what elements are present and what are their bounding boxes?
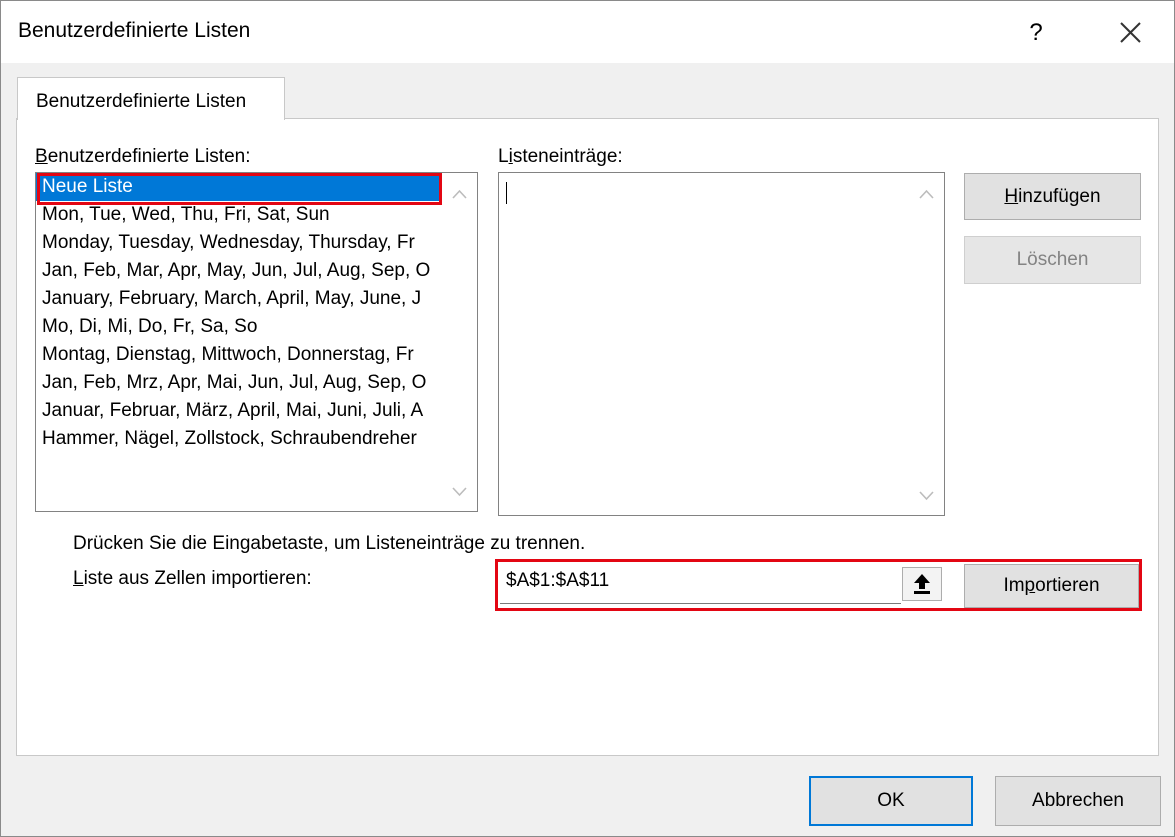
custom-lists-listbox[interactable]: Neue Liste Mon, Tue, Wed, Thu, Fri, Sat, … (35, 172, 478, 512)
label-text: enutzerdefinierte Listen: (47, 146, 251, 167)
list-entries-label: Listeneinträge: (498, 146, 623, 168)
entries-scroll-down-button[interactable] (909, 481, 944, 511)
list-item[interactable]: Mo, Di, Mi, Do, Fr, Sa, So (36, 313, 442, 341)
custom-lists-dialog: Benutzerdefinierte Listen ? Benutzerdefi… (0, 0, 1175, 837)
list-items-container: Neue Liste Mon, Tue, Wed, Thu, Fri, Sat, … (36, 173, 442, 511)
tab-strip: Benutzerdefinierte Listen (1, 63, 1174, 120)
vertical-scrollbar[interactable] (442, 173, 477, 511)
help-button[interactable]: ? (1021, 13, 1051, 53)
accesskey: H (1004, 186, 1019, 207)
button-label: inzufügen (1018, 186, 1101, 207)
question-mark-icon: ? (1029, 19, 1043, 46)
button-label: Löschen (1016, 249, 1089, 270)
accesskey: L (73, 568, 84, 589)
label-text: iste aus Zellen importieren: (83, 568, 312, 589)
delete-button[interactable]: Löschen (964, 236, 1141, 284)
ok-button[interactable]: OK (809, 776, 973, 826)
list-item[interactable]: Mon, Tue, Wed, Thu, Fri, Sat, Sun (36, 201, 442, 229)
import-highlight-box (495, 559, 1142, 611)
import-label: Liste aus Zellen importieren: (73, 568, 312, 590)
chevron-up-icon (452, 189, 467, 199)
list-item[interactable]: Jan, Feb, Mrz, Apr, Mai, Jun, Jul, Aug, … (36, 369, 442, 397)
list-item[interactable]: January, February, March, April, May, Ju… (36, 285, 442, 313)
list-item[interactable]: Januar, Februar, März, April, Mai, Juni,… (36, 397, 442, 425)
chevron-down-icon (919, 491, 934, 501)
custom-lists-label: Benutzerdefinierte Listen: (35, 146, 250, 168)
close-button[interactable] (1111, 13, 1151, 53)
chevron-up-icon (919, 189, 934, 199)
scroll-down-button[interactable] (442, 477, 477, 507)
list-item[interactable]: Hammer, Nägel, Zollstock, Schraubendrehe… (36, 425, 442, 453)
list-item[interactable]: Monday, Tuesday, Wednesday, Thursday, Fr (36, 229, 442, 257)
entries-scrollbar[interactable] (909, 173, 944, 515)
tab-custom-lists[interactable]: Benutzerdefinierte Listen (17, 77, 285, 120)
text-caret (506, 182, 507, 204)
label-text-rest: steneinträge: (512, 146, 623, 167)
accesskey: B (35, 146, 48, 167)
scroll-up-button[interactable] (442, 179, 477, 209)
close-icon (1120, 22, 1141, 43)
dialog-title: Benutzerdefinierte Listen (18, 19, 251, 42)
tab-label: Benutzerdefinierte Listen (36, 91, 247, 112)
chevron-down-icon (452, 487, 467, 497)
selection-highlight-box (37, 173, 442, 205)
hint-text: Drücken Sie die Eingabetaste, um Listene… (73, 533, 586, 554)
label-text: L (498, 146, 509, 167)
list-entries-textarea[interactable] (498, 172, 945, 516)
list-item[interactable]: Jan, Feb, Mar, Apr, May, Jun, Jul, Aug, … (36, 257, 442, 285)
title-bar: Benutzerdefinierte Listen ? (1, 1, 1174, 63)
cancel-button[interactable]: Abbrechen (995, 776, 1161, 826)
add-button[interactable]: Hinzufügen (964, 173, 1141, 220)
list-item[interactable]: Montag, Dienstag, Mittwoch, Donnerstag, … (36, 341, 442, 369)
entries-scroll-up-button[interactable] (909, 179, 944, 209)
